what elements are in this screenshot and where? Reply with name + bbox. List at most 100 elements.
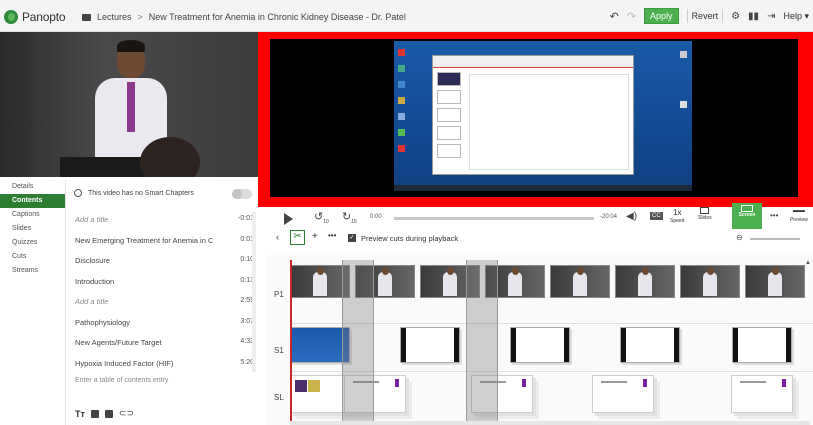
- toc-entry[interactable]: Add a title -0:01: [66, 210, 256, 231]
- slides-icon: [700, 207, 710, 214]
- smart-chapters-toggle[interactable]: [232, 189, 252, 199]
- progress-bar[interactable]: [394, 217, 594, 220]
- redo-icon[interactable]: ↷: [627, 10, 636, 23]
- sidebar-item-quizzes[interactable]: Quizzes: [0, 236, 65, 250]
- toc-entry-title[interactable]: New Agents/Future Target: [75, 338, 223, 347]
- undo-icon[interactable]: ↶: [610, 10, 619, 23]
- slides-button[interactable]: Slides: [698, 207, 712, 223]
- toc-entry[interactable]: Hypoxia Induced Factor (HIF) 5:20: [66, 354, 256, 375]
- slide-tag: [522, 379, 526, 387]
- desktop-icon: [398, 49, 405, 56]
- toc-scrollbar[interactable]: [252, 212, 256, 372]
- desktop-icon: [680, 51, 687, 58]
- slide-title-line: [740, 381, 766, 383]
- slide-thumbnail: [592, 375, 654, 413]
- slide-title-line: [601, 381, 627, 383]
- toc-entry-title[interactable]: New Emerging Treatment for Anemia in C: [75, 236, 223, 245]
- toc-entry-title[interactable]: Introduction: [75, 277, 223, 286]
- toc-entry-input[interactable]: Enter a table of contents entry: [75, 377, 168, 384]
- breadcrumb-folder[interactable]: Lectures: [97, 12, 132, 22]
- toc-entry-title[interactable]: Disclosure: [75, 256, 223, 265]
- zoom-slider[interactable]: [750, 238, 800, 240]
- scissors-icon[interactable]: ✂: [290, 230, 305, 245]
- toolbar-right: ↶ ↷ Apply Revert ⚙ ▮▮ ⇥ Help ▾: [610, 8, 809, 24]
- link-icon[interactable]: ⊂⊃: [119, 408, 134, 419]
- apply-button[interactable]: Apply: [644, 8, 679, 24]
- s1-letterbox: [564, 328, 569, 362]
- p1-thumbnail: [615, 265, 675, 298]
- speed-value: 1x: [673, 208, 682, 217]
- slides-label: Slides: [698, 215, 712, 221]
- sidebar-item-captions[interactable]: Captions: [0, 208, 65, 222]
- s1-thumbnail: [400, 327, 460, 363]
- preview-button[interactable]: ▬▬ Preview: [790, 207, 808, 225]
- toc-entry[interactable]: Disclosure 0:10: [66, 251, 256, 272]
- speed-label: Speed: [670, 218, 685, 224]
- windows-taskbar: [394, 185, 692, 191]
- toc-entry-title[interactable]: Hypoxia Induced Factor (HIF): [75, 359, 223, 368]
- toc-entry[interactable]: Add a title 2:59: [66, 292, 256, 313]
- smart-chapters-row: This video has no Smart Chapters: [74, 189, 194, 197]
- screen-video[interactable]: [258, 32, 813, 207]
- toc-entry-title[interactable]: Pathophysiology: [75, 318, 223, 327]
- slide-thumbnail: [731, 375, 793, 413]
- s1-letterbox: [786, 328, 791, 362]
- settings-gear-icon[interactable]: ⚙: [731, 11, 740, 22]
- sidebar-item-cuts[interactable]: Cuts: [0, 250, 65, 264]
- sidebar-item-contents[interactable]: Contents: [0, 194, 65, 208]
- track-label-p1: P1: [274, 290, 284, 299]
- revert-button[interactable]: Revert: [686, 9, 724, 23]
- text-format-icon[interactable]: Tт: [75, 409, 85, 419]
- toc-entry[interactable]: New Agents/Future Target 4:33: [66, 333, 256, 354]
- stats-chart-icon[interactable]: ▮▮: [748, 11, 759, 22]
- cut-region[interactable]: [466, 260, 498, 425]
- sidebar-item-details[interactable]: Details: [0, 180, 65, 194]
- s1-letterbox: [621, 328, 626, 362]
- cut-region[interactable]: [342, 260, 374, 425]
- p1-thumbnail: [550, 265, 610, 298]
- captions-button[interactable]: CC: [650, 212, 663, 220]
- zoom-out-icon[interactable]: ⊖: [736, 233, 743, 242]
- toc-entry[interactable]: New Emerging Treatment for Anemia in C 0…: [66, 231, 256, 252]
- toc-entry-title[interactable]: Add a title: [75, 215, 223, 224]
- sidebar-item-streams[interactable]: Streams: [0, 264, 65, 278]
- smart-chapters-text: This video has no Smart Chapters: [88, 189, 194, 197]
- slide-tag: [643, 379, 647, 387]
- scroll-up-icon[interactable]: ▲: [805, 260, 811, 266]
- more-options-icon[interactable]: •••: [770, 211, 778, 220]
- forward-seconds: 15: [351, 219, 357, 226]
- add-icon[interactable]: +: [312, 231, 318, 242]
- exit-icon[interactable]: ⇥: [767, 11, 775, 22]
- forward-15-icon[interactable]: ↻15: [342, 210, 357, 225]
- toc-entry[interactable]: Introduction 0:13: [66, 272, 256, 293]
- play-icon[interactable]: [284, 213, 293, 225]
- screen-button[interactable]: Screen: [732, 203, 762, 229]
- panopto-logo[interactable]: Panopto: [4, 9, 66, 25]
- speed-button[interactable]: 1x Speed: [670, 208, 684, 226]
- volume-icon[interactable]: ◀): [626, 211, 637, 222]
- timeline[interactable]: P1 S1 SL ▲: [266, 255, 813, 425]
- desktop-capture: [394, 41, 692, 191]
- s1-letterbox: [401, 328, 406, 362]
- help-menu[interactable]: Help ▾: [783, 11, 809, 22]
- ppt-slide-thumbnail: [437, 72, 461, 86]
- video-embed-icon[interactable]: [104, 409, 113, 418]
- playhead[interactable]: [290, 260, 292, 425]
- rewind-10-icon[interactable]: ↺10: [314, 210, 329, 225]
- toc-entry-title[interactable]: Add a title: [75, 297, 223, 306]
- screen-capture-frame: [270, 39, 798, 197]
- sidebar-item-slides[interactable]: Slides: [0, 222, 65, 236]
- desktop-icon: [398, 145, 405, 152]
- preview-cuts-checkbox[interactable]: ✓: [348, 234, 356, 242]
- s1-letterbox: [733, 328, 738, 362]
- p1-thumbnail: [290, 265, 350, 298]
- more-icon[interactable]: •••: [328, 231, 336, 240]
- breadcrumb: Lectures > New Treatment for Anemia in C…: [82, 12, 406, 22]
- monitor-icon: [741, 205, 753, 212]
- speaker-video[interactable]: [0, 32, 258, 177]
- s1-letterbox: [511, 328, 516, 362]
- chevron-left-icon[interactable]: ‹: [276, 232, 279, 242]
- toc-entry[interactable]: Pathophysiology 3:07: [66, 313, 256, 334]
- quiz-check-icon[interactable]: [90, 409, 99, 418]
- timeline-scrollbar[interactable]: [290, 421, 810, 425]
